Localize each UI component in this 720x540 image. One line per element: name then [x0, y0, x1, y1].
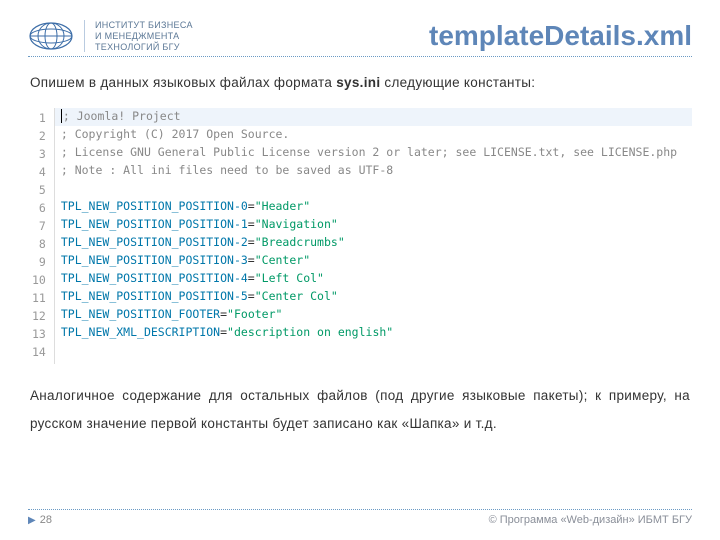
line-number: 4 [32, 164, 46, 182]
line-number: 8 [32, 236, 46, 254]
line-number: 12 [32, 308, 46, 326]
code-token: = [248, 253, 255, 267]
org-line: ИНСТИТУТ БИЗНЕСА [95, 20, 193, 31]
code-token: "Breadcrumbs" [255, 235, 345, 249]
code-token: = [220, 325, 227, 339]
intro-text: Опишем в данных языковых файлах формата [30, 75, 336, 90]
code-line: TPL_NEW_POSITION_POSITION-5="Center Col" [55, 288, 692, 306]
code-token: = [248, 271, 255, 285]
logo-block: ИНСТИТУТ БИЗНЕСА И МЕНЕДЖМЕНТА ТЕХНОЛОГИ… [28, 20, 193, 52]
code-token: = [248, 217, 255, 231]
code-line: TPL_NEW_POSITION_POSITION-3="Center" [55, 252, 692, 270]
line-number: 6 [32, 200, 46, 218]
code-token: "Footer" [227, 307, 282, 321]
code-token: = [248, 235, 255, 249]
text-cursor [61, 109, 62, 123]
code-line: TPL_NEW_POSITION_POSITION-0="Header" [55, 198, 692, 216]
code-token: = [220, 307, 227, 321]
code-body: ; Joomla! Project ; Copyright (C) 2017 Op… [55, 108, 692, 364]
code-line: ; Joomla! Project [55, 108, 692, 126]
org-line: И МЕНЕДЖМЕНТА [95, 31, 193, 42]
code-line: TPL_NEW_POSITION_POSITION-2="Breadcrumbs… [55, 234, 692, 252]
code-token: TPL_NEW_POSITION_POSITION-1 [61, 217, 248, 231]
slide-header: ИНСТИТУТ БИЗНЕСА И МЕНЕДЖМЕНТА ТЕХНОЛОГИ… [28, 20, 692, 57]
code-token: TPL_NEW_POSITION_POSITION-4 [61, 271, 248, 285]
line-number: 14 [32, 344, 46, 362]
code-token: "Center Col" [255, 289, 338, 303]
code-token: ; Copyright (C) 2017 Open Source. [61, 127, 289, 141]
org-line: ТЕХНОЛОГИЙ БГУ [95, 42, 193, 53]
line-number: 1 [32, 110, 46, 128]
code-token: TPL_NEW_POSITION_POSITION-0 [61, 199, 248, 213]
line-number: 13 [32, 326, 46, 344]
line-number: 10 [32, 272, 46, 290]
code-token: "Left Col" [255, 271, 324, 285]
page-number-value: 28 [40, 514, 52, 526]
code-token: "Navigation" [255, 217, 338, 231]
code-token: TPL_NEW_POSITION_POSITION-3 [61, 253, 248, 267]
page-arrow-icon: ▶ [28, 515, 36, 526]
code-token: "description on english" [227, 325, 393, 339]
code-token: TPL_NEW_POSITION_POSITION-5 [61, 289, 248, 303]
line-number: 11 [32, 290, 46, 308]
code-token: ; Joomla! Project [63, 109, 181, 123]
intro-text: следующие константы: [380, 75, 535, 90]
code-token: = [248, 289, 255, 303]
code-line [55, 342, 692, 360]
line-number: 5 [32, 182, 46, 200]
slide: ИНСТИТУТ БИЗНЕСА И МЕНЕДЖМЕНТА ТЕХНОЛОГИ… [0, 0, 720, 540]
code-token: "Center" [255, 253, 310, 267]
code-line: TPL_NEW_POSITION_FOOTER="Footer" [55, 306, 692, 324]
code-line: ; Note : All ini files need to be saved … [55, 162, 692, 180]
slide-footer: ▶ 28 © Программа «Web-дизайн» ИБМТ БГУ [28, 509, 692, 526]
code-token: TPL_NEW_XML_DESCRIPTION [61, 325, 220, 339]
code-token: TPL_NEW_POSITION_POSITION-2 [61, 235, 248, 249]
code-token: ; License GNU General Public License ver… [61, 145, 677, 159]
line-number: 2 [32, 128, 46, 146]
code-token: "Header" [255, 199, 310, 213]
copyright: © Программа «Web-дизайн» ИБМТ БГУ [489, 514, 692, 526]
outro-paragraph: Аналогичное содержание для остальных фай… [30, 382, 690, 439]
code-gutter: 1234567891011121314 [28, 108, 55, 364]
code-line: TPL_NEW_POSITION_POSITION-1="Navigation" [55, 216, 692, 234]
code-line: ; Copyright (C) 2017 Open Source. [55, 126, 692, 144]
code-token: TPL_NEW_POSITION_FOOTER [61, 307, 220, 321]
intro-bold: sys.ini [336, 75, 380, 90]
org-name: ИНСТИТУТ БИЗНЕСА И МЕНЕДЖМЕНТА ТЕХНОЛОГИ… [84, 20, 193, 52]
line-number: 3 [32, 146, 46, 164]
intro-paragraph: Опишем в данных языковых файлах формата … [30, 69, 690, 97]
code-line: TPL_NEW_POSITION_POSITION-4="Left Col" [55, 270, 692, 288]
code-line: ; License GNU General Public License ver… [55, 144, 692, 162]
code-block: 1234567891011121314 ; Joomla! Project; C… [28, 108, 692, 364]
line-number: 7 [32, 218, 46, 236]
globe-logo-icon [28, 21, 74, 51]
page-title: templateDetails.xml [429, 20, 692, 52]
line-number: 9 [32, 254, 46, 272]
page-number: ▶ 28 [28, 514, 52, 526]
code-line: TPL_NEW_XML_DESCRIPTION="description on … [55, 324, 692, 342]
code-line [55, 180, 692, 198]
code-token: = [248, 199, 255, 213]
code-token: ; Note : All ini files need to be saved … [61, 163, 393, 177]
